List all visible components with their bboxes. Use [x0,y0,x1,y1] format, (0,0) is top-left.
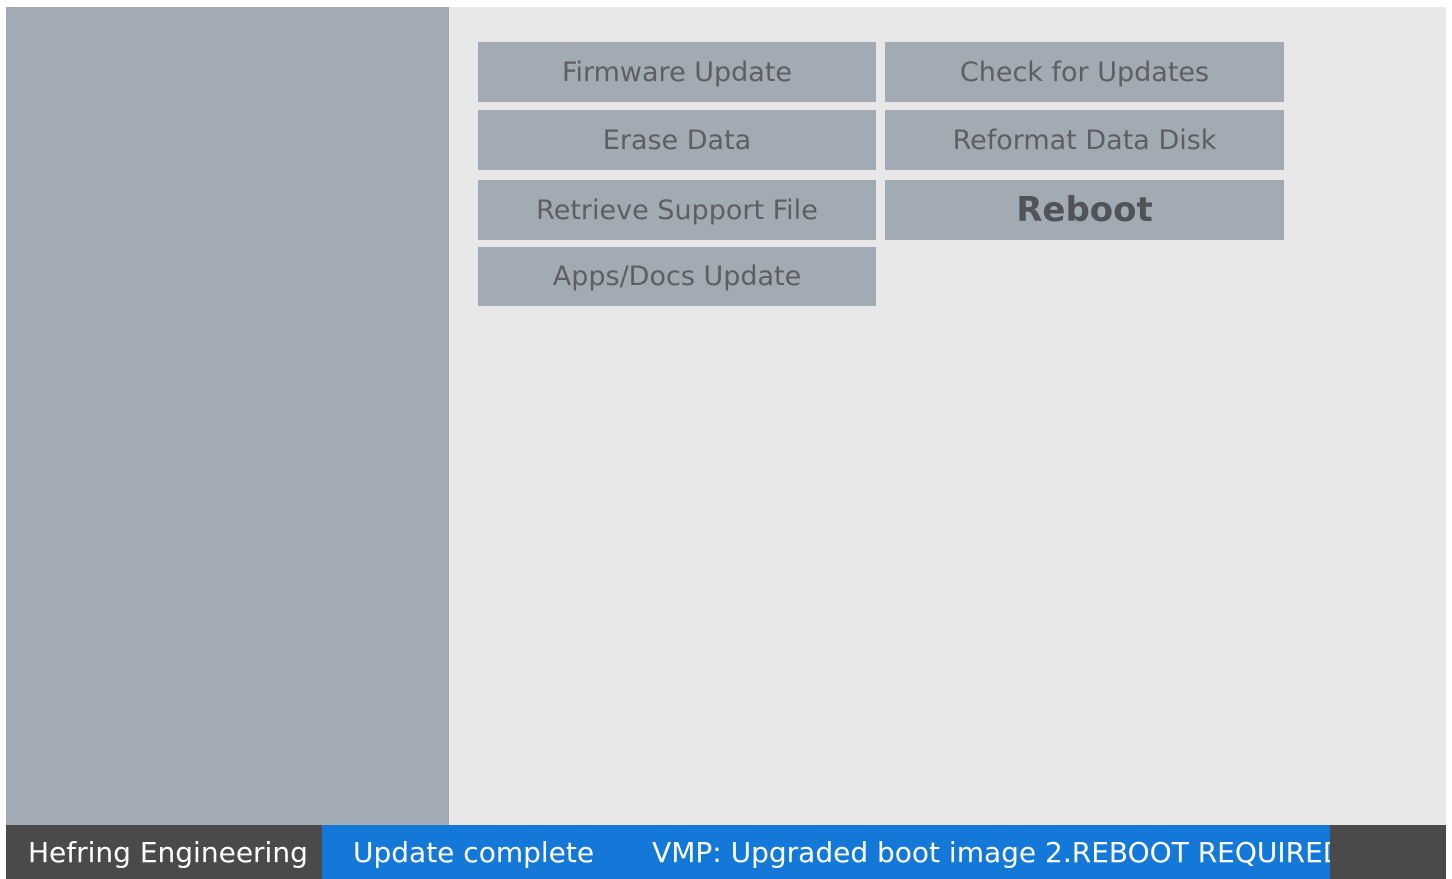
app-window: Firmware Update Check for Updates Erase … [6,7,1446,879]
status-message-area: Update complete VMP: Upgraded boot image… [322,825,1330,879]
firmware-update-button[interactable]: Firmware Update [478,42,876,102]
apps-docs-update-button[interactable]: Apps/Docs Update [478,247,876,306]
retrieve-support-file-button[interactable]: Retrieve Support File [478,180,876,240]
status-bar: Hefring Engineering Update complete VMP:… [6,825,1446,879]
status-detail-text: VMP: Upgraded boot image 2.REBOOT REQUIR… [652,835,1330,869]
sidebar-panel [6,7,449,825]
main-panel: Firmware Update Check for Updates Erase … [449,7,1446,825]
company-name: Hefring Engineering [28,835,308,869]
reformat-data-disk-button[interactable]: Reformat Data Disk [885,110,1284,170]
reboot-button[interactable]: Reboot [885,180,1284,240]
check-for-updates-button[interactable]: Check for Updates [885,42,1284,102]
erase-data-button[interactable]: Erase Data [478,110,876,170]
update-status-text: Update complete [353,835,595,869]
